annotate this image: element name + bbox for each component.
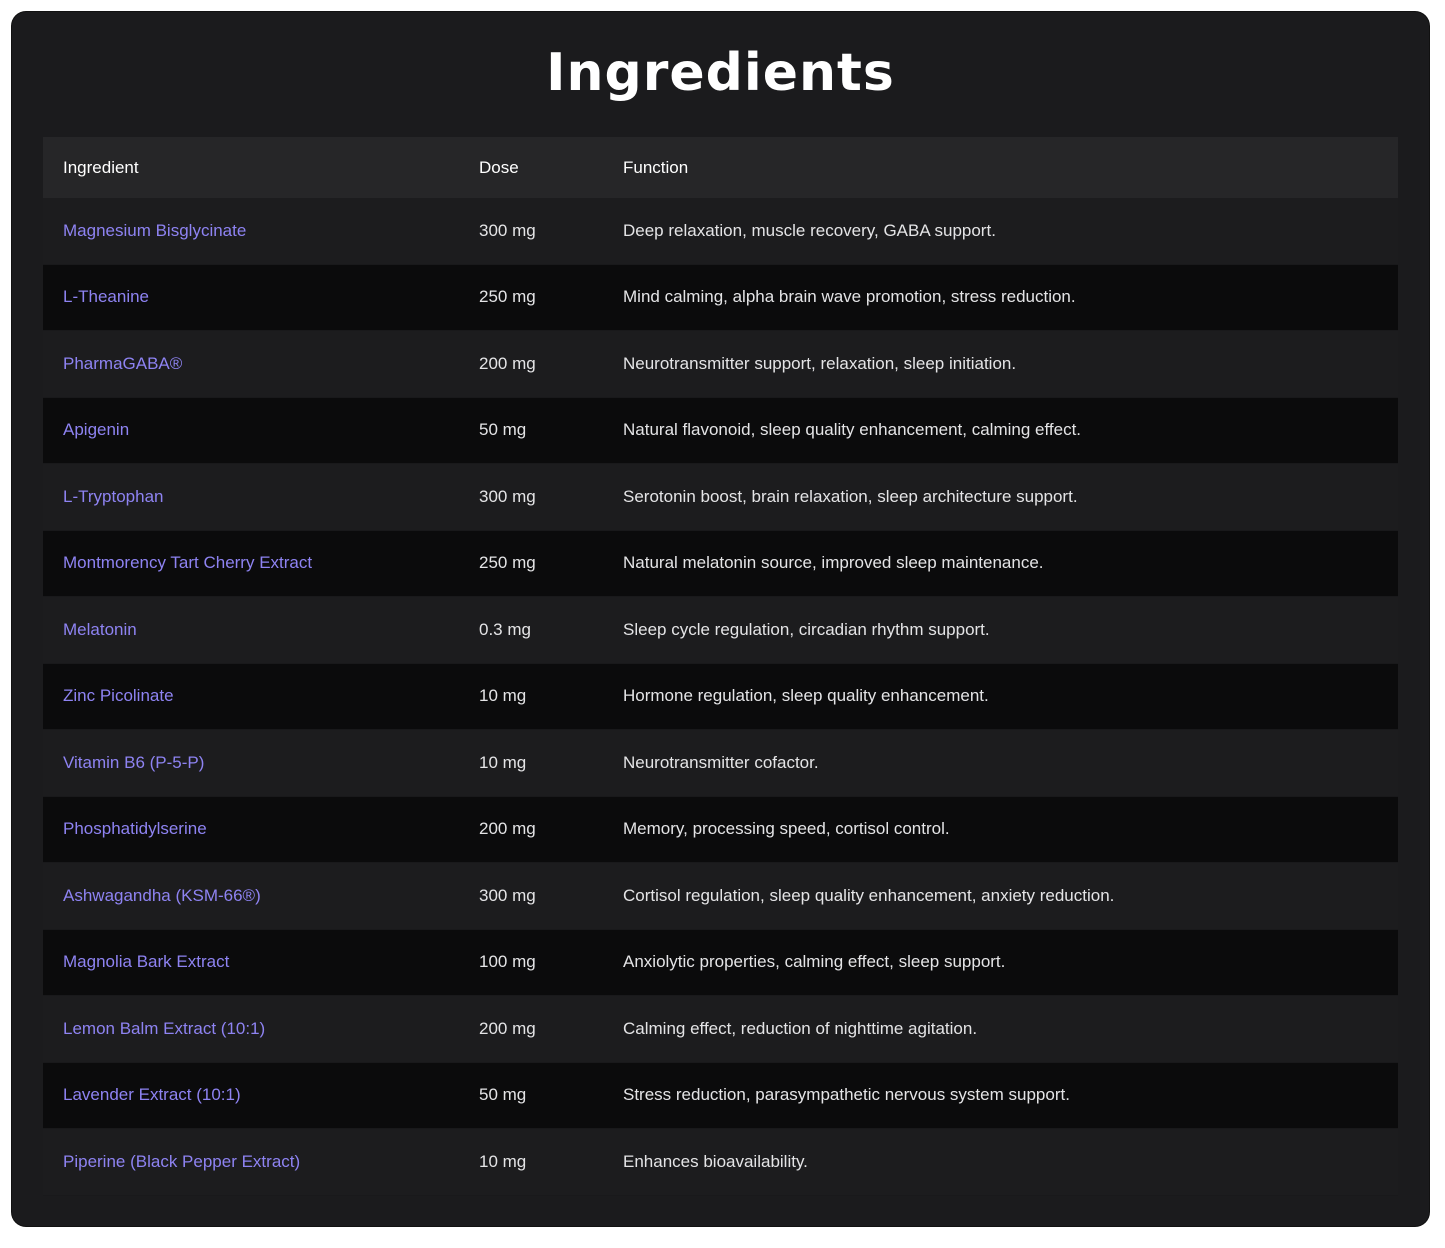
ingredient-name-link[interactable]: Magnesium Bisglycinate — [43, 221, 479, 241]
ingredient-name-link[interactable]: Vitamin B6 (P-5-P) — [43, 753, 479, 773]
ingredient-name-link[interactable]: Lavender Extract (10:1) — [43, 1085, 479, 1105]
ingredient-dose: 200 mg — [479, 353, 536, 373]
table-row: Ashwagandha (KSM-66®) 300 mg Cortisol regu… — [43, 863, 1398, 930]
ingredient-function: Mind calming, alpha brain wave promotion… — [623, 287, 1076, 307]
table-body: Magnesium Bisglycinate 300 mg Deep relaxat… — [43, 198, 1398, 1196]
ingredient-dose: 50 mg — [479, 420, 527, 440]
table-row: Melatonin 0.3 mg Sleep cycle regulation, c… — [43, 597, 1398, 664]
ingredient-function: Hormone regulation, sleep quality enhanc… — [623, 686, 989, 706]
column-header-function: Function — [623, 157, 689, 177]
column-header-dose: Dose — [479, 157, 519, 177]
ingredient-function: Deep relaxation, muscle recovery, GABA s… — [623, 220, 996, 240]
ingredient-function: Anxiolytic properties, calming effect, s… — [623, 952, 1006, 972]
table-row: Magnolia Bark Extract 100 mg Anxiolytic pr… — [43, 929, 1398, 996]
table-row: L-Theanine 250 mg Mind calming, alpha brai… — [43, 264, 1398, 331]
table-row: Apigenin 50 mg Natural flavonoid, sleep qu… — [43, 397, 1398, 464]
page-title: Ingredients — [546, 43, 895, 103]
ingredient-name-link[interactable]: Apigenin — [43, 420, 479, 440]
ingredient-dose: 0.3 mg — [479, 619, 531, 639]
ingredients-table: Ingredient Dose Function Magnesium Bisgl… — [43, 137, 1398, 1196]
table-header-row: Ingredient Dose Function — [43, 137, 1398, 198]
ingredient-name-link[interactable]: Melatonin — [43, 620, 479, 640]
ingredient-dose: 300 mg — [479, 885, 536, 905]
column-header-ingredient: Ingredient — [63, 157, 139, 177]
ingredient-dose: 50 mg — [479, 1085, 527, 1105]
ingredient-function: Cortisol regulation, sleep quality enhan… — [623, 885, 1115, 905]
ingredient-name-link[interactable]: PharmaGABA® — [43, 354, 479, 374]
table-row: Lemon Balm Extract (10:1) 200 mg Calming e… — [43, 996, 1398, 1063]
table-row: Piperine (Black Pepper Extract) 10 mg Enha… — [43, 1129, 1398, 1196]
ingredients-card: Ingredients Ingredient Dose Function Mag… — [12, 12, 1429, 1226]
ingredient-name-link[interactable]: Phosphatidylserine — [43, 819, 479, 839]
ingredient-dose: 300 mg — [479, 220, 536, 240]
ingredient-dose: 250 mg — [479, 553, 536, 573]
ingredient-dose: 200 mg — [479, 819, 536, 839]
ingredient-function: Neurotransmitter support, relaxation, sl… — [623, 353, 1017, 373]
table-row: L-Tryptophan 300 mg Serotonin boost, brain… — [43, 464, 1398, 531]
ingredient-function: Calming effect, reduction of nighttime a… — [623, 1018, 978, 1038]
ingredient-dose: 250 mg — [479, 287, 536, 307]
ingredient-function: Natural melatonin source, improved sleep… — [623, 553, 1044, 573]
ingredient-name-link[interactable]: Ashwagandha (KSM-66®) — [43, 886, 479, 906]
ingredient-dose: 300 mg — [479, 486, 536, 506]
ingredient-function: Sleep cycle regulation, circadian rhythm… — [623, 619, 990, 639]
ingredient-dose: 10 mg — [479, 686, 527, 706]
ingredient-dose: 100 mg — [479, 952, 536, 972]
ingredient-name-link[interactable]: L-Theanine — [43, 287, 479, 307]
ingredient-function: Neurotransmitter cofactor. — [623, 752, 819, 772]
table-row: Montmorency Tart Cherry Extract 250 mg Nat… — [43, 530, 1398, 597]
ingredient-dose: 200 mg — [479, 1018, 536, 1038]
ingredient-name-link[interactable]: Lemon Balm Extract (10:1) — [43, 1019, 479, 1039]
ingredient-function: Enhances bioavailability. — [623, 1151, 808, 1171]
table-row: Lavender Extract (10:1) 50 mg Stress reduc… — [43, 1062, 1398, 1129]
table-row: Zinc Picolinate 10 mg Hormone regulation, … — [43, 663, 1398, 730]
table-row: PharmaGABA® 200 mg Neurotransmitter suppor… — [43, 331, 1398, 398]
table-row: Magnesium Bisglycinate 300 mg Deep relaxat… — [43, 198, 1398, 265]
ingredient-function: Serotonin boost, brain relaxation, sleep… — [623, 486, 1078, 506]
ingredient-name-link[interactable]: Montmorency Tart Cherry Extract — [43, 553, 479, 573]
ingredient-name-link[interactable]: Piperine (Black Pepper Extract) — [43, 1152, 479, 1172]
table-row: Phosphatidylserine 200 mg Memory, processi… — [43, 796, 1398, 863]
table-row: Vitamin B6 (P-5-P) 10 mg Neurotransmitter … — [43, 730, 1398, 797]
ingredient-name-link[interactable]: Zinc Picolinate — [43, 686, 479, 706]
ingredient-dose: 10 mg — [479, 1151, 527, 1171]
ingredient-name-link[interactable]: Magnolia Bark Extract — [43, 952, 479, 972]
ingredient-function: Natural flavonoid, sleep quality enhance… — [623, 420, 1082, 440]
ingredient-function: Stress reduction, parasympathetic nervou… — [623, 1085, 1070, 1105]
ingredient-dose: 10 mg — [479, 752, 527, 772]
ingredient-name-link[interactable]: L-Tryptophan — [43, 487, 479, 507]
ingredient-function: Memory, processing speed, cortisol contr… — [623, 819, 950, 839]
